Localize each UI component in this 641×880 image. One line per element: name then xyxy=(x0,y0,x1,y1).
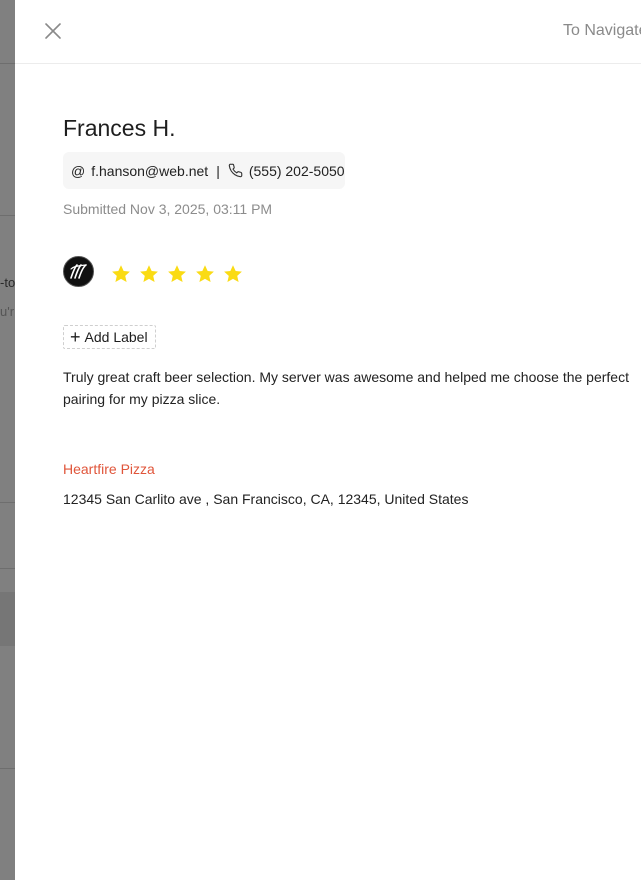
contact-info: @ f.hanson@web.net | (555) 202-5050 xyxy=(63,152,345,189)
plus-icon: + xyxy=(70,327,81,347)
background-text: u'r xyxy=(0,304,15,319)
background-row xyxy=(0,592,15,646)
close-icon xyxy=(45,23,61,39)
background-divider xyxy=(0,502,15,503)
star-icon xyxy=(168,265,186,282)
close-button[interactable] xyxy=(43,21,63,41)
background-divider xyxy=(0,568,15,569)
star-icon xyxy=(224,265,242,282)
background-divider xyxy=(0,63,15,64)
navigate-hint: To Navigate xyxy=(563,22,641,39)
email-text[interactable]: f.hanson@web.net xyxy=(91,163,208,179)
location-address: 12345 San Carlito ave , San Francisco, C… xyxy=(63,491,469,507)
background-divider xyxy=(0,768,15,769)
customer-name: Frances H. xyxy=(63,115,176,141)
submitted-date: Submitted Nov 3, 2025, 03:11 PM xyxy=(63,201,273,217)
add-label-button[interactable]: + Add Label xyxy=(63,325,156,349)
rating-stars xyxy=(110,263,244,285)
drawer-header: To Navigate xyxy=(15,0,641,64)
review-detail-drawer: To Navigate Frances H. @ f.hanson@web.ne… xyxy=(15,0,641,880)
review-source-logo xyxy=(63,256,94,287)
star-icon xyxy=(140,265,158,282)
background-divider xyxy=(0,215,15,216)
star-icon xyxy=(112,265,130,282)
at-icon: @ xyxy=(71,162,86,179)
phone-icon xyxy=(228,163,243,178)
location-name-link[interactable]: Heartfire Pizza xyxy=(63,461,155,477)
contact-separator: | xyxy=(216,162,220,179)
background-text: -to xyxy=(0,275,15,290)
review-text: Truly great craft beer selection. My ser… xyxy=(63,369,629,407)
add-label-text: Add Label xyxy=(84,329,148,345)
phone-text[interactable]: (555) 202-5050 xyxy=(249,163,345,179)
star-icon xyxy=(196,265,214,282)
